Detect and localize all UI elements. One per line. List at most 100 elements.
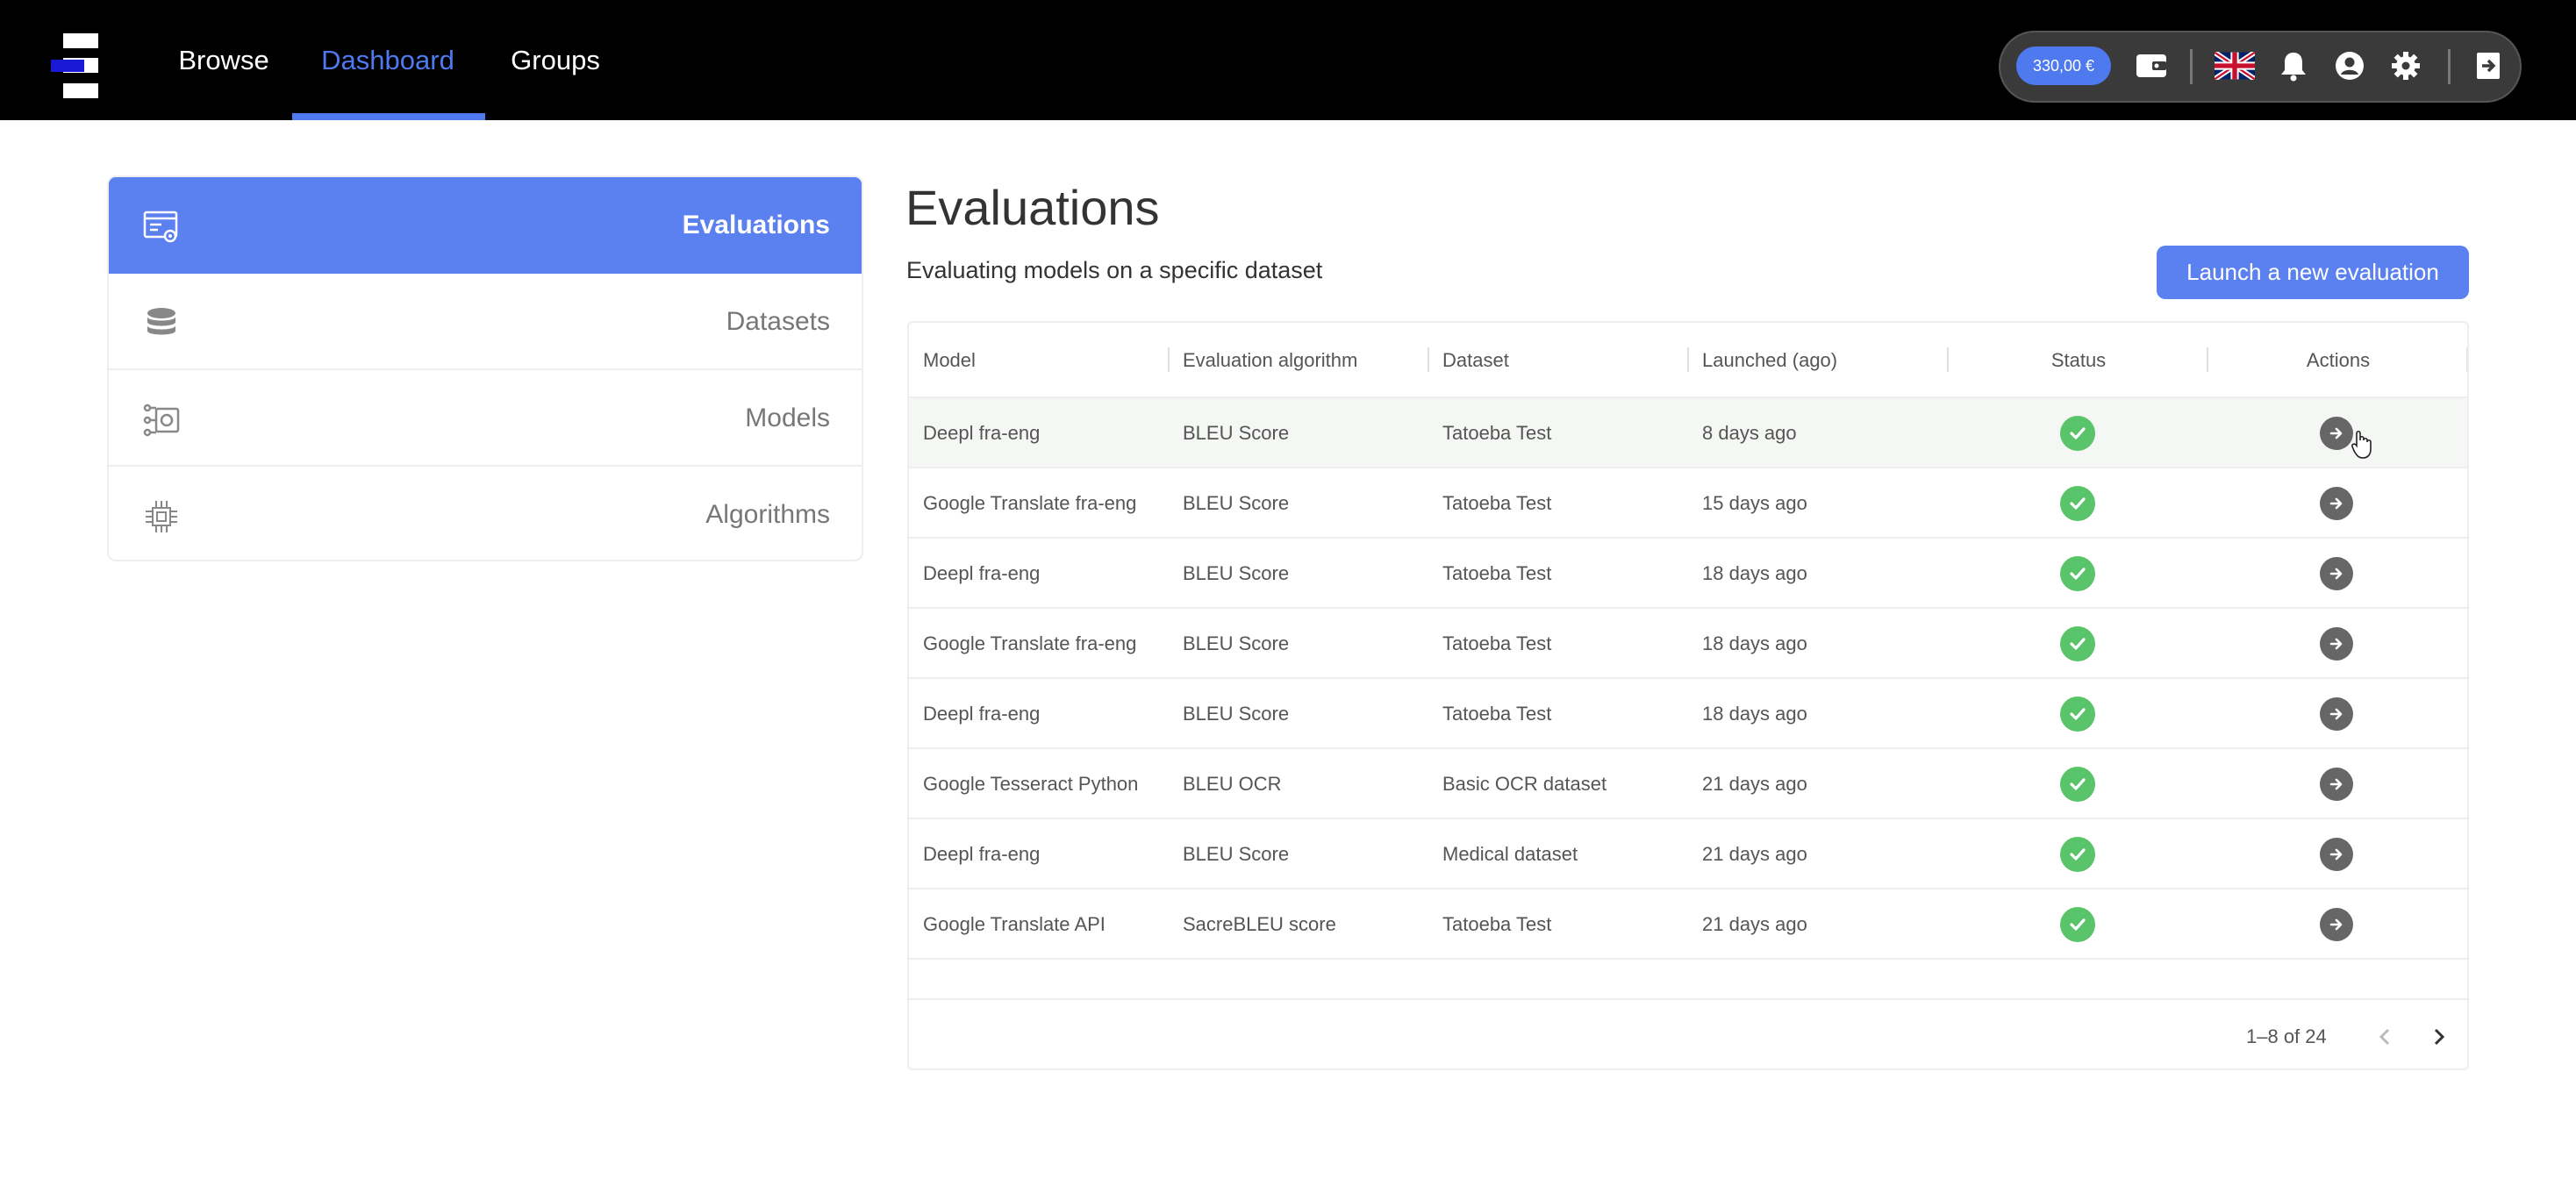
cell-model: Google Translate API	[923, 913, 1106, 935]
arrow-right-icon	[2329, 848, 2343, 861]
app-logo[interactable]	[49, 32, 102, 98]
cell-launched: 21 days ago	[1702, 773, 1807, 795]
cell-dataset: Tatoeba Test	[1442, 913, 1552, 935]
page-subtitle: Evaluating models on a specific dataset	[906, 257, 1323, 283]
cell-dataset: Basic OCR dataset	[1442, 773, 1607, 795]
cell-launched: 21 days ago	[1702, 913, 1807, 935]
cell-model: Google Translate fra-eng	[923, 632, 1137, 654]
cell-algorithm: BLEU Score	[1183, 422, 1290, 444]
cell-launched: 8 days ago	[1702, 422, 1797, 444]
open-evaluation-button[interactable]	[2320, 487, 2353, 520]
arrow-right-icon	[2329, 918, 2343, 931]
page-title: Evaluations	[905, 180, 1160, 235]
nav-groups[interactable]: Groups	[498, 0, 612, 120]
toolbar-divider	[2190, 49, 2193, 84]
column-separator[interactable]	[1687, 347, 1689, 372]
cell-dataset: Tatoeba Test	[1442, 492, 1552, 514]
database-icon	[142, 304, 181, 343]
sidebar-item-label: Algorithms	[705, 500, 830, 529]
sidebar-item-label: Evaluations	[682, 211, 830, 239]
sidebar: Evaluations Datasets Models Algorithms	[107, 175, 863, 561]
sidebar-item-evaluations[interactable]: Evaluations	[109, 177, 862, 274]
status-success-icon	[2060, 626, 2095, 661]
column-header-model[interactable]: Model	[923, 323, 976, 398]
cell-launched: 18 days ago	[1702, 632, 1807, 654]
table-row[interactable]: Google Translate fra-eng BLEU Score Tatoeb…	[909, 468, 2467, 539]
cell-dataset: Tatoeba Test	[1442, 703, 1552, 725]
status-success-icon	[2060, 416, 2095, 451]
launch-evaluation-button[interactable]: Launch a new evaluation	[2157, 246, 2469, 299]
status-success-icon	[2060, 907, 2095, 942]
user-icon[interactable]	[2332, 48, 2367, 83]
column-header-algorithm[interactable]: Evaluation algorithm	[1183, 323, 1357, 398]
evaluation-icon	[142, 208, 181, 246]
previous-page-button[interactable]	[2369, 1021, 2401, 1053]
status-success-icon	[2060, 486, 2095, 521]
cell-launched: 18 days ago	[1702, 562, 1807, 584]
sidebar-item-datasets[interactable]: Datasets	[109, 274, 862, 370]
cell-algorithm: BLEU Score	[1183, 562, 1290, 584]
cell-model: Deepl fra-eng	[923, 422, 1041, 444]
table-row[interactable]: Deepl fra-eng BLEU Score Tatoeba Test 8 day…	[909, 398, 2467, 468]
arrow-right-icon	[2329, 497, 2343, 510]
open-evaluation-button[interactable]	[2320, 417, 2353, 450]
sidebar-item-algorithms[interactable]: Algorithms	[109, 467, 862, 560]
column-header-status[interactable]: Status	[1950, 323, 2207, 398]
top-bar: Browse Dashboard Groups 330,00 €	[0, 0, 2576, 120]
table-empty-space	[909, 960, 2467, 998]
open-evaluation-button[interactable]	[2320, 838, 2353, 871]
cell-dataset: Medical dataset	[1442, 843, 1578, 865]
column-separator[interactable]	[2207, 347, 2208, 372]
column-header-dataset[interactable]: Dataset	[1442, 323, 1509, 398]
bell-icon[interactable]	[2276, 48, 2311, 83]
column-header-launched[interactable]: Launched (ago)	[1702, 323, 1837, 398]
next-page-button[interactable]	[2423, 1021, 2455, 1053]
open-evaluation-button[interactable]	[2320, 697, 2353, 731]
status-success-icon	[2060, 696, 2095, 732]
balance-badge[interactable]: 330,00 €	[2016, 46, 2111, 85]
arrow-right-icon	[2329, 708, 2343, 720]
model-icon	[142, 401, 181, 439]
cell-algorithm: SacreBLEU score	[1183, 913, 1336, 935]
cell-algorithm: BLEU Score	[1183, 492, 1290, 514]
open-evaluation-button[interactable]	[2320, 908, 2353, 941]
table-row[interactable]: Deepl fra-eng BLEU Score Tatoeba Test 18 da…	[909, 539, 2467, 609]
evaluations-table: Model Evaluation algorithm Dataset Launc…	[907, 321, 2469, 1070]
open-evaluation-button[interactable]	[2320, 768, 2353, 801]
mouse-cursor-icon	[2351, 430, 2374, 460]
cell-launched: 18 days ago	[1702, 703, 1807, 725]
nav-dashboard[interactable]: Dashboard	[291, 0, 484, 120]
table-row[interactable]: Google Translate fra-eng BLEU Score Tatoeb…	[909, 609, 2467, 679]
open-evaluation-button[interactable]	[2320, 557, 2353, 590]
sidebar-item-models[interactable]: Models	[109, 370, 862, 467]
cell-model: Google Translate fra-eng	[923, 492, 1137, 514]
arrow-right-icon	[2329, 638, 2343, 650]
logout-icon[interactable]	[2471, 48, 2506, 83]
chip-icon	[142, 497, 181, 536]
pagination-range: 1–8 of 24	[2246, 1025, 2327, 1047]
column-header-actions: Actions	[2306, 349, 2371, 371]
sidebar-item-label: Models	[745, 404, 830, 432]
open-evaluation-button[interactable]	[2320, 627, 2353, 661]
cell-model: Deepl fra-eng	[923, 562, 1041, 584]
cell-model: Deepl fra-eng	[923, 703, 1041, 725]
uk-flag-icon[interactable]	[2215, 48, 2255, 83]
column-separator[interactable]	[2466, 347, 2467, 372]
table-row[interactable]: Google Tesseract Python BLEU OCR Basic OCR…	[909, 749, 2467, 819]
cell-dataset: Tatoeba Test	[1442, 562, 1552, 584]
nav-browse[interactable]: Browse	[167, 0, 281, 120]
cell-model: Deepl fra-eng	[923, 843, 1041, 865]
table-row[interactable]: Google Translate API SacreBLEU score Tatoe…	[909, 889, 2467, 960]
arrow-right-icon	[2329, 778, 2343, 790]
table-row[interactable]: Deepl fra-eng BLEU Score Tatoeba Test 18 da…	[909, 679, 2467, 749]
column-separator[interactable]	[1168, 347, 1170, 372]
column-separator[interactable]	[1947, 347, 1949, 372]
pagination: 1–8 of 24	[909, 998, 2467, 1068]
toolbar-divider	[2448, 49, 2451, 84]
table-row[interactable]: Deepl fra-eng BLEU Score Medical dataset 21…	[909, 819, 2467, 889]
status-success-icon	[2060, 767, 2095, 802]
status-success-icon	[2060, 556, 2095, 591]
column-separator[interactable]	[1428, 347, 1429, 372]
gear-icon[interactable]	[2388, 48, 2423, 83]
wallet-icon[interactable]	[2134, 48, 2169, 83]
